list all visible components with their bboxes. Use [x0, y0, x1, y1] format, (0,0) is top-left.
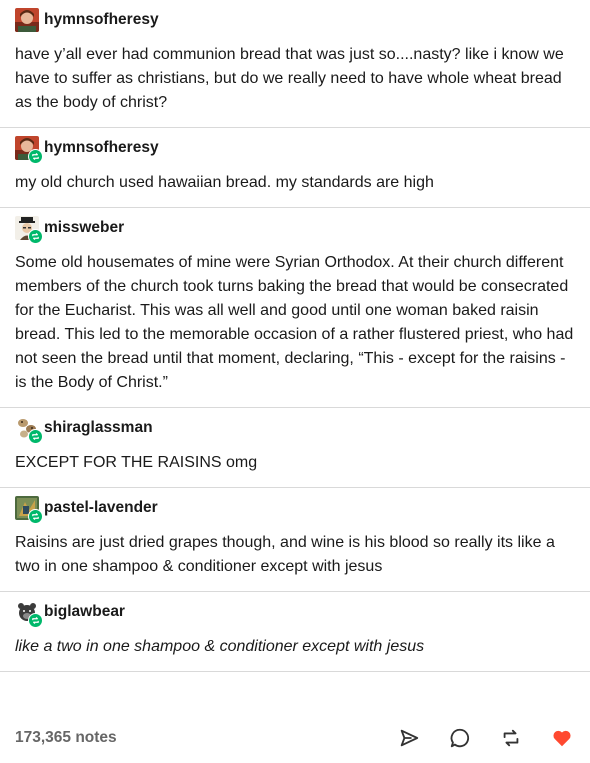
- reblog-badge-icon: [28, 509, 43, 524]
- post-actions: [371, 725, 575, 751]
- reblog-badge-icon: [28, 149, 43, 164]
- entry-text: Raisins are just dried grapes though, an…: [15, 534, 555, 575]
- profile-avatar-icon: [15, 8, 39, 32]
- avatar[interactable]: [15, 600, 43, 628]
- notes-count[interactable]: 173,365 notes: [15, 729, 371, 747]
- avatar[interactable]: [15, 496, 43, 524]
- reblog-icon[interactable]: [498, 725, 524, 751]
- reblog-badge-icon: [28, 229, 43, 244]
- post-entry: shiraglassman EXCEPT FOR THE RAISINS omg: [0, 408, 590, 488]
- entry-header: biglawbear: [15, 598, 575, 628]
- entry-text: my old church used hawaiian bread. my st…: [15, 174, 434, 191]
- avatar[interactable]: [15, 416, 43, 444]
- entry-text: like a two in one shampoo & conditioner …: [15, 638, 425, 655]
- entry-header: shiraglassman: [15, 414, 575, 444]
- post-entry: hymnsofheresy have y’all ever had commun…: [0, 0, 590, 128]
- entry-header: pastel-lavender: [15, 494, 575, 524]
- entry-text: have y’all ever had communion bread that…: [15, 46, 564, 111]
- entry-text: Some old housemates of mine were Syrian …: [15, 254, 574, 391]
- username-link[interactable]: hymnsofheresy: [44, 11, 159, 29]
- username-link[interactable]: shiraglassman: [44, 419, 153, 437]
- reblog-badge-icon: [28, 429, 43, 444]
- entry-header: hymnsofheresy: [15, 134, 575, 164]
- tumblr-post: hymnsofheresy have y’all ever had commun…: [0, 0, 590, 763]
- post-entry: pastel-lavender Raisins are just dried g…: [0, 488, 590, 592]
- avatar[interactable]: [15, 216, 43, 244]
- post-footer: 173,365 notes: [0, 713, 590, 763]
- reply-icon[interactable]: [447, 725, 473, 751]
- reblog-badge-icon: [28, 613, 43, 628]
- username-link[interactable]: missweber: [44, 219, 124, 237]
- entry-header: missweber: [15, 214, 575, 244]
- share-icon[interactable]: [396, 725, 422, 751]
- entry-text: EXCEPT FOR THE RAISINS omg: [15, 454, 258, 471]
- like-icon[interactable]: [549, 725, 575, 751]
- avatar[interactable]: [15, 8, 39, 32]
- username-link[interactable]: biglawbear: [44, 603, 125, 621]
- entry-header: hymnsofheresy: [15, 6, 575, 34]
- username-link[interactable]: pastel-lavender: [44, 499, 158, 517]
- post-entry: missweber Some old housemates of mine we…: [0, 208, 590, 408]
- avatar[interactable]: [15, 136, 43, 164]
- post-entry: hymnsofheresy my old church used hawaiia…: [0, 128, 590, 208]
- username-link[interactable]: hymnsofheresy: [44, 139, 159, 157]
- post-entry: biglawbear like a two in one shampoo & c…: [0, 592, 590, 672]
